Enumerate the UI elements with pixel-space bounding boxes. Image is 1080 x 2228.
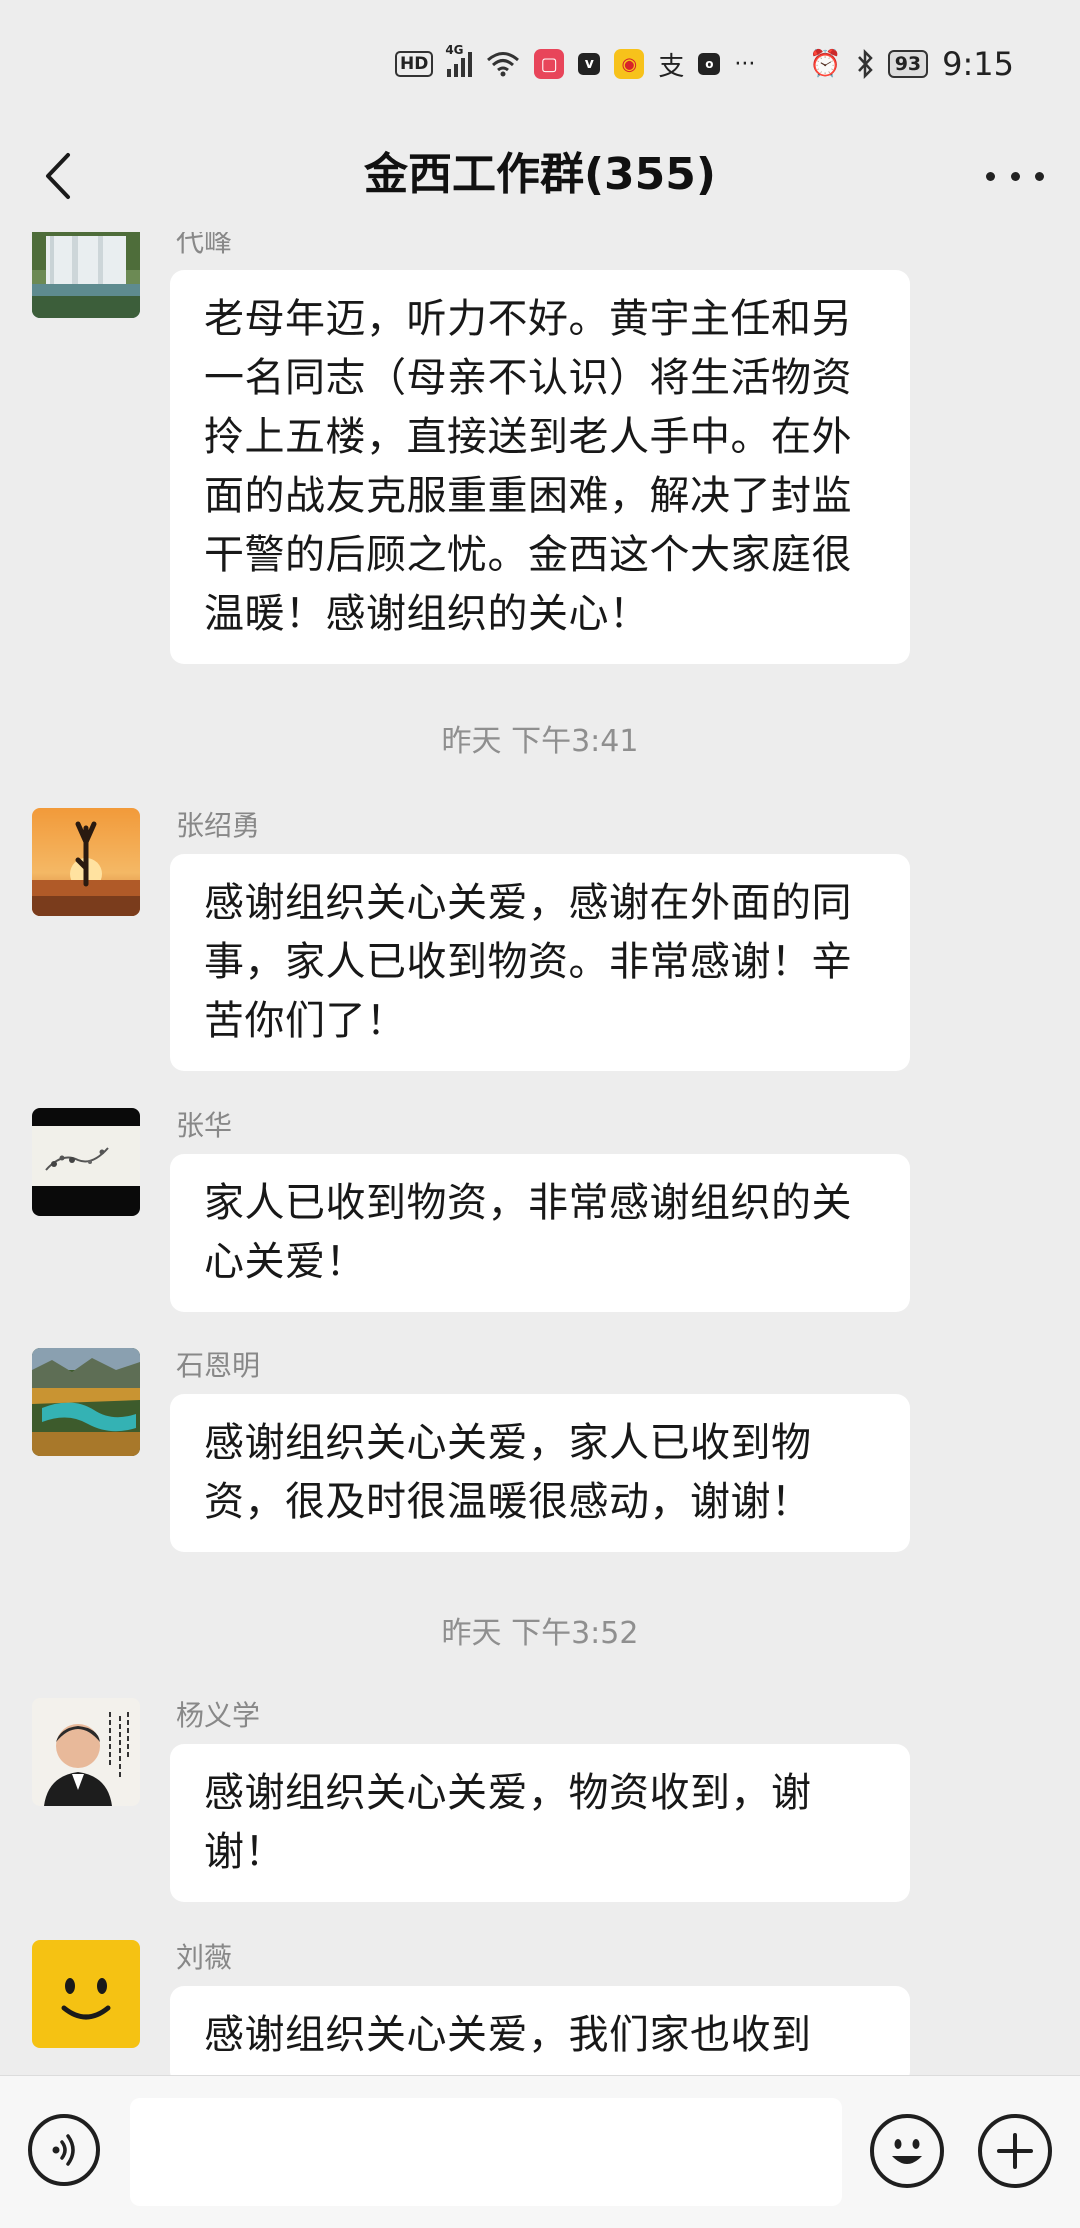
sender-name: 张绍勇	[176, 809, 261, 842]
message-bubble[interactable]: 感谢组织关心关爱，我们家也收到	[170, 1986, 910, 2075]
avatar[interactable]	[32, 808, 140, 916]
avatar[interactable]	[32, 1348, 140, 1456]
app-notification-icon: ▢	[534, 49, 565, 79]
message-bubble[interactable]: 家人已收到物资，非常感谢组织的关心关爱！	[170, 1154, 910, 1312]
plus-icon	[997, 2133, 1033, 2169]
sender-name: 杨义学	[176, 1699, 261, 1732]
status-icons: HD 4G ▢ v ◉ 支 o ··· ⏰ 93 9:15	[394, 43, 1014, 84]
portrait-calligraphy-avatar-icon	[32, 1698, 140, 1806]
message-bubble[interactable]: 感谢组织关心关爱，家人已收到物资，很及时很温暖很感动，谢谢！	[170, 1394, 910, 1552]
more-dot-icon	[986, 171, 995, 181]
message-bubble[interactable]: 老母年迈，听力不好。黄宇主任和另一名同志（母亲不认识）将生活物资拎上五楼，直接送…	[170, 270, 910, 664]
signal-icon: 4G	[445, 43, 473, 77]
timestamp: 昨天 下午3:41	[441, 724, 639, 759]
status-bar: HD 4G ▢ v ◉ 支 o ··· ⏰ 93 9:15	[0, 0, 1080, 120]
voice-icon	[52, 2134, 75, 2166]
alarm-icon: ⏰	[809, 49, 842, 79]
avatar[interactable]	[32, 1698, 140, 1806]
avatar[interactable]	[32, 1108, 140, 1216]
ink-painting-avatar-icon	[32, 1108, 140, 1216]
app-icon: o	[698, 53, 721, 75]
plus-button[interactable]	[978, 2114, 1052, 2188]
more-dot-icon	[1010, 171, 1020, 181]
message-input[interactable]	[130, 2098, 842, 2206]
more-options-button[interactable]	[980, 154, 1050, 198]
smiley-avatar-icon	[32, 1940, 140, 2048]
page-title: 金西工作群(355)	[363, 149, 717, 200]
message-bubble[interactable]: 感谢组织关心关爱，物资收到，谢谢！	[170, 1744, 910, 1902]
more-notifications: ···	[734, 51, 756, 77]
waterfall-avatar-icon	[32, 232, 140, 318]
emoji-icon	[892, 2139, 922, 2164]
avatar[interactable]	[32, 1940, 140, 2048]
chat-header: 金西工作群(355)	[0, 120, 1080, 232]
timestamp: 昨天 下午3:52	[441, 1616, 639, 1651]
sender-name: 代峰	[176, 232, 233, 258]
battery-icon: 93	[887, 50, 929, 78]
wifi-icon	[487, 52, 520, 77]
message-bubble[interactable]: 感谢组织关心关爱，感谢在外面的同事，家人已收到物资。非常感谢！辛苦你们了！	[170, 854, 910, 1071]
yoga-sunset-avatar-icon	[32, 808, 140, 916]
weibo-icon: ◉	[614, 49, 645, 79]
more-dot-icon	[1035, 171, 1044, 181]
clock: 9:15	[942, 45, 1014, 83]
sender-name: 刘薇	[176, 1941, 233, 1974]
sender-name: 张华	[176, 1109, 233, 1142]
avatar[interactable]	[32, 232, 140, 318]
emoji-button[interactable]	[870, 2114, 944, 2188]
chat-list[interactable]: 代峰 老母年迈，听力不好。黄宇主任和另一名同志（母亲不认识）将生活物资拎上五楼，…	[0, 232, 1080, 2075]
network-type: 4G	[445, 43, 464, 57]
bluetooth-icon	[857, 49, 873, 79]
alipay-icon: 支	[658, 51, 685, 82]
hd-icon: HD	[394, 51, 434, 77]
input-bar	[0, 2075, 1080, 2228]
sender-name: 石恩明	[176, 1349, 261, 1382]
vpn-icon: v	[578, 53, 601, 75]
lake-forest-avatar-icon	[32, 1348, 140, 1456]
voice-button[interactable]	[28, 2114, 100, 2186]
